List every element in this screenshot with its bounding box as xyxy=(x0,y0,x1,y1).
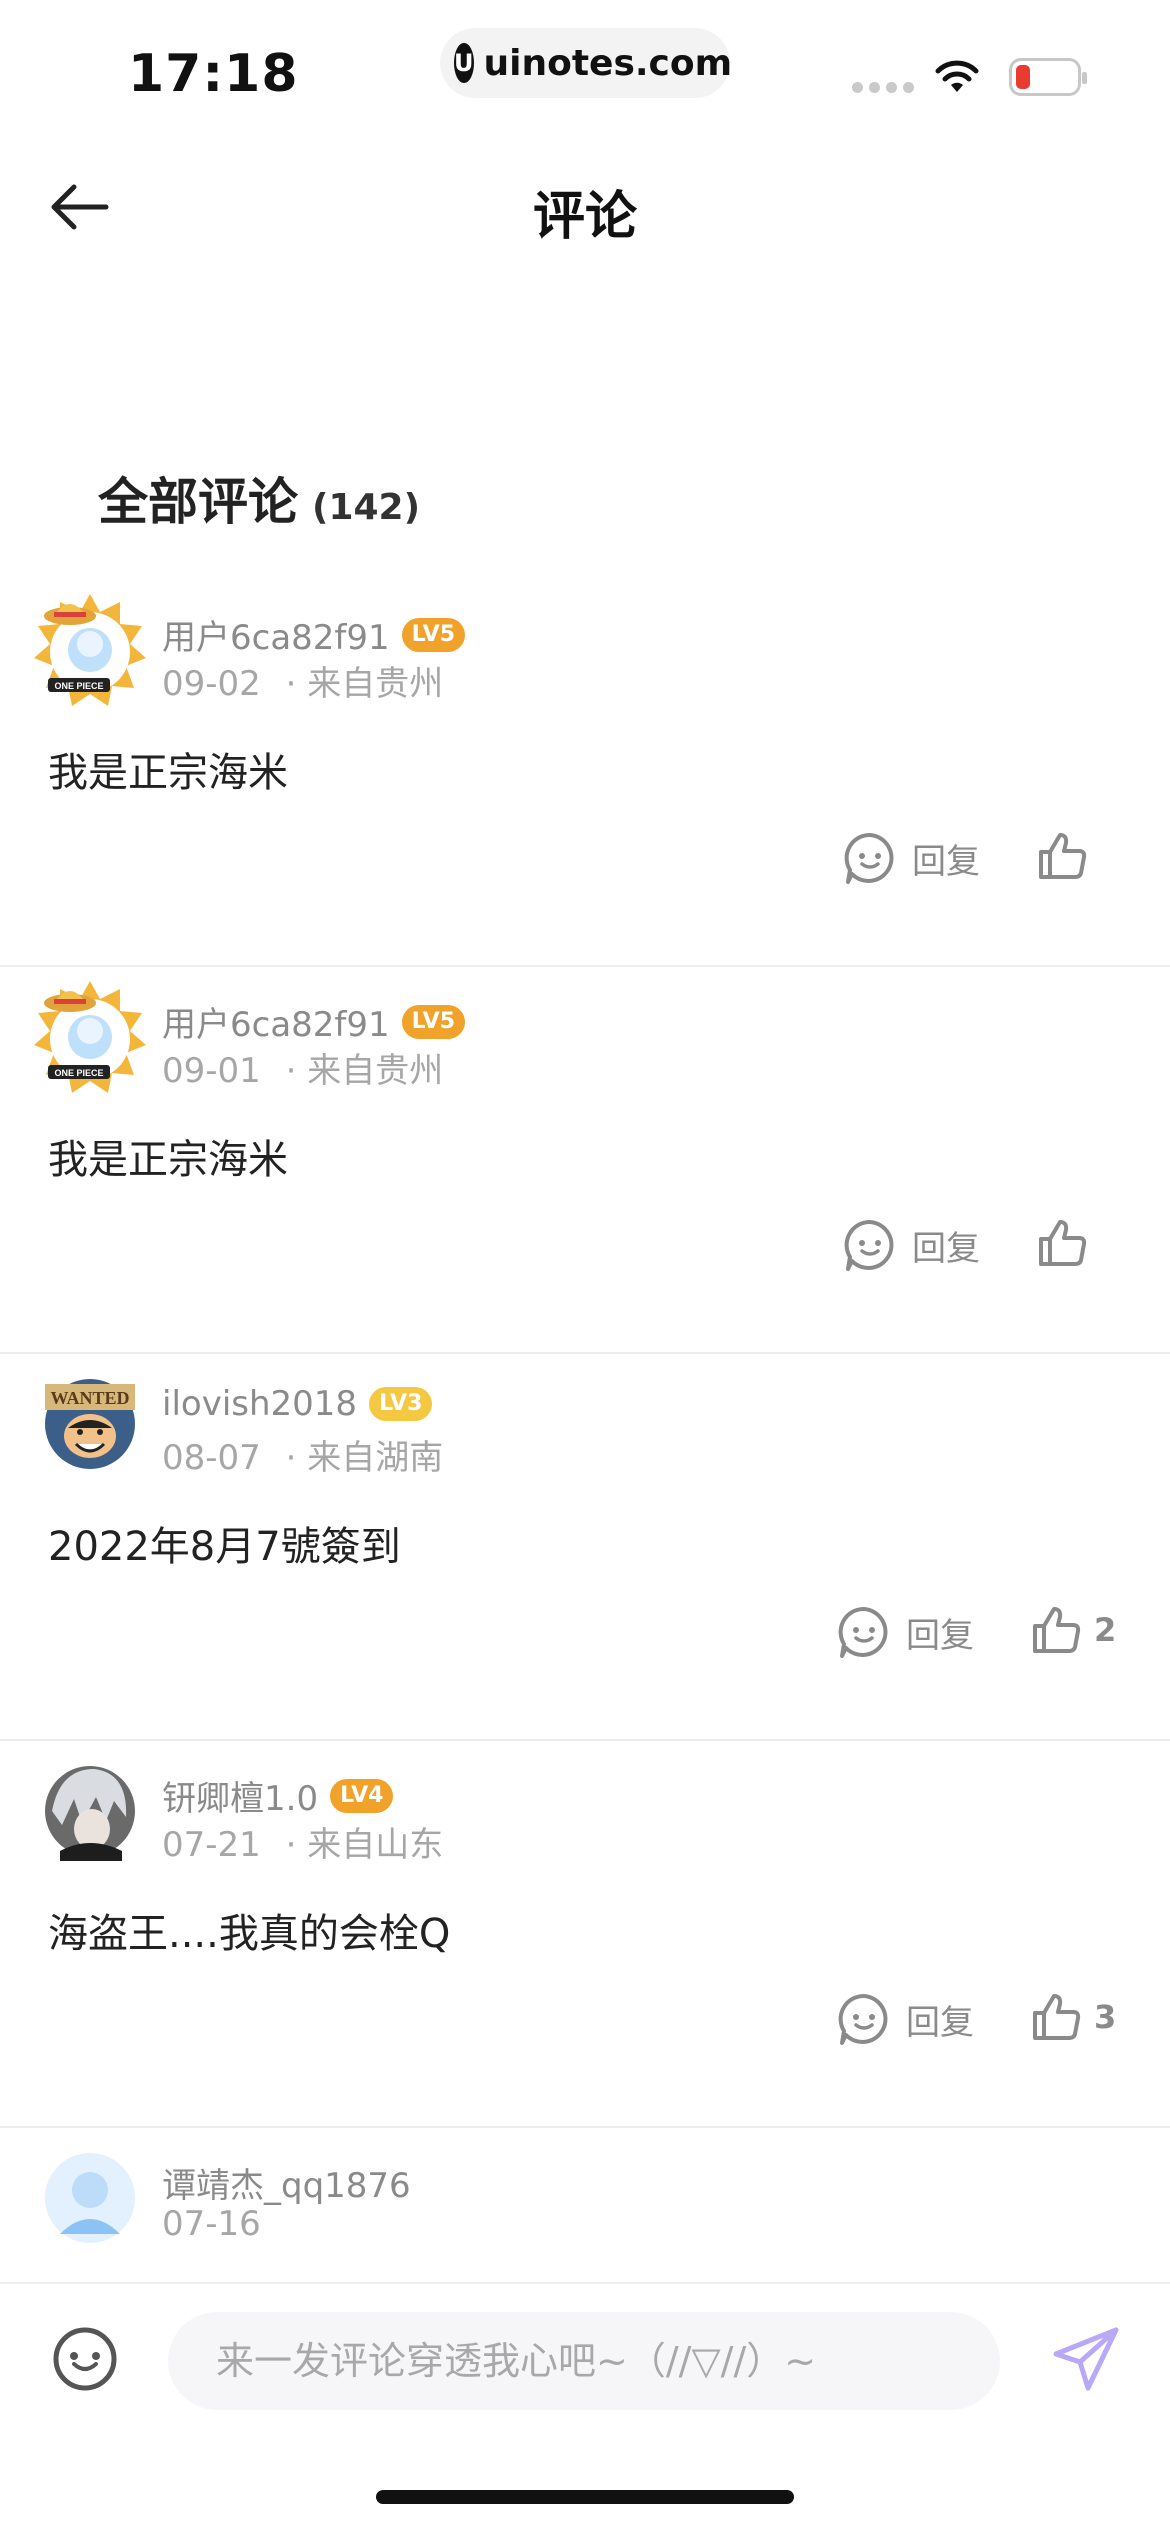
page-title: 评论 xyxy=(532,187,637,247)
nav-bar: 评论 xyxy=(0,150,1170,270)
comment-username[interactable]: 用户6ca82f91 LV5 xyxy=(162,997,465,1046)
comment-text: 我是正宗海米 xyxy=(48,750,288,796)
section-title: 全部评论 xyxy=(98,473,298,531)
like-count: 2 xyxy=(1094,1611,1117,1649)
thumbs-up-icon xyxy=(1039,833,1087,879)
like-button[interactable]: 2 xyxy=(1030,1604,1116,1656)
level-badge: LV5 xyxy=(401,617,465,652)
comments-screen: 17:18 U uinotes.com 评论 全部评论 (142) ONE PI… xyxy=(0,0,1170,2532)
comment-username[interactable]: 钘卿檀1.0 LV4 xyxy=(162,1771,394,1820)
comment-actions: 回复 3 xyxy=(0,1991,1170,2071)
emoji-icon xyxy=(53,2327,117,2391)
comment-list: ONE PIECE 用户6ca82f91 LV5 09-02 · 来自贵州 我是… xyxy=(0,580,1170,2515)
reply-button[interactable]: 回复 xyxy=(842,830,980,886)
comment-actions: 回复 xyxy=(0,830,1170,910)
comment-input[interactable] xyxy=(168,2312,1000,2410)
like-button[interactable] xyxy=(1036,830,1100,882)
url-pill[interactable]: U uinotes.com xyxy=(440,28,733,98)
emoji-button[interactable] xyxy=(50,2324,120,2394)
cellular-signal-icon xyxy=(852,82,914,93)
svg-text:ONE PIECE: ONE PIECE xyxy=(54,681,103,691)
wifi-icon xyxy=(935,60,979,92)
avatar[interactable] xyxy=(30,1751,150,1871)
reply-label: 回复 xyxy=(912,841,980,882)
comment-item: WANTED ilovish2018 LV3 08-07 · 来自湖南 2022… xyxy=(0,1354,1170,1741)
avatar[interactable] xyxy=(30,2138,150,2258)
reply-label: 回复 xyxy=(906,2002,974,2043)
reply-bubble-icon xyxy=(838,1993,888,2045)
username-text: 用户6ca82f91 xyxy=(162,618,390,658)
reply-button[interactable]: 回复 xyxy=(836,1991,974,2047)
comment-date: 07-16 xyxy=(162,2204,261,2244)
level-badge: LV3 xyxy=(369,1387,433,1421)
site-logo-icon: U xyxy=(454,43,474,83)
comment-date: 09-02 xyxy=(162,664,261,704)
username-text: 谭靖杰_qq1876 xyxy=(162,2166,411,2206)
reply-label: 回复 xyxy=(912,1228,980,1269)
comment-meta: 09-02 · 来自贵州 xyxy=(162,656,443,705)
svg-text:ONE PIECE: ONE PIECE xyxy=(54,1068,103,1078)
comment-username[interactable]: ilovish2018 LV3 xyxy=(162,1384,433,1424)
comment-item: ONE PIECE 用户6ca82f91 LV5 09-01 · 来自贵州 我是… xyxy=(0,967,1170,1354)
onepiece-sun-avatar-icon: ONE PIECE xyxy=(34,981,146,1093)
level-badge: LV4 xyxy=(330,1778,394,1813)
reply-bubble-icon xyxy=(838,1606,888,1658)
reply-bubble-icon xyxy=(844,832,894,884)
thumbs-up-icon xyxy=(1033,1994,1081,2040)
status-time: 17:18 xyxy=(128,44,299,104)
comment-date: 08-07 xyxy=(162,1438,261,1478)
username-text: 用户6ca82f91 xyxy=(162,1005,390,1045)
like-button[interactable] xyxy=(1036,1217,1100,1269)
reply-button[interactable]: 回复 xyxy=(842,1217,980,1273)
luffy-avatar-icon: WANTED xyxy=(45,1379,135,1469)
comment-location: · 来自湖南 xyxy=(285,1438,444,1478)
level-badge: LV5 xyxy=(401,1004,465,1039)
comment-actions: 回复 xyxy=(0,1217,1170,1297)
reply-button[interactable]: 回复 xyxy=(836,1604,974,1660)
thumbs-up-icon xyxy=(1039,1220,1087,1266)
comment-meta: 08-07 · 来自湖南 xyxy=(162,1430,443,1479)
comment-text: 我是正宗海米 xyxy=(48,1137,288,1183)
avatar[interactable]: ONE PIECE xyxy=(30,590,150,710)
reply-label: 回复 xyxy=(906,1615,974,1656)
home-indicator xyxy=(376,2490,794,2504)
like-button[interactable]: 3 xyxy=(1030,1991,1116,2043)
onepiece-sun-avatar-icon: ONE PIECE xyxy=(34,594,146,706)
thumbs-up-icon xyxy=(1033,1607,1081,1653)
gray-hair-avatar-icon xyxy=(45,1766,135,1861)
comment-item: 钘卿檀1.0 LV4 07-21 · 来自山东 海盗王....我真的会栓Q 回复 xyxy=(0,1741,1170,2128)
comment-location: · 来自贵州 xyxy=(285,664,444,704)
comment-date: 07-21 xyxy=(162,1825,261,1865)
section-heading: 全部评论 (142) xyxy=(98,462,420,534)
username-text: 钘卿檀1.0 xyxy=(162,1779,319,1819)
comment-meta: 09-01 · 来自贵州 xyxy=(162,1043,443,1092)
comment-username[interactable]: 谭靖杰_qq1876 xyxy=(162,2158,411,2207)
status-bar: 17:18 U uinotes.com xyxy=(0,0,1170,130)
svg-text:WANTED: WANTED xyxy=(50,1388,129,1408)
comment-actions: 回复 2 xyxy=(0,1604,1170,1684)
comment-text: 2022年8月7號簽到 xyxy=(48,1524,401,1570)
comment-date: 09-01 xyxy=(162,1051,261,1091)
comment-text: 海盗王....我真的会栓Q xyxy=(48,1911,451,1957)
username-text: ilovish2018 xyxy=(162,1384,358,1424)
comment-input-bar xyxy=(0,2282,1170,2432)
comment-meta: 07-16 xyxy=(162,2204,261,2244)
comment-count: (142) xyxy=(312,487,421,528)
comment-item: ONE PIECE 用户6ca82f91 LV5 09-02 · 来自贵州 我是… xyxy=(0,580,1170,967)
comment-username[interactable]: 用户6ca82f91 LV5 xyxy=(162,610,465,659)
comment-location: · 来自贵州 xyxy=(285,1051,444,1091)
comment-meta: 07-21 · 来自山东 xyxy=(162,1817,443,1866)
comment-location: · 来自山东 xyxy=(285,1825,444,1865)
url-text: uinotes.com xyxy=(483,42,733,84)
send-button[interactable] xyxy=(1050,2322,1124,2396)
battery-icon xyxy=(1009,58,1087,96)
reply-bubble-icon xyxy=(844,1219,894,1271)
like-count: 3 xyxy=(1094,1998,1117,2036)
avatar[interactable]: ONE PIECE xyxy=(30,977,150,1097)
avatar[interactable]: WANTED xyxy=(30,1364,150,1484)
default-avatar-icon xyxy=(45,2153,135,2243)
send-paper-plane-icon xyxy=(1053,2327,1119,2391)
